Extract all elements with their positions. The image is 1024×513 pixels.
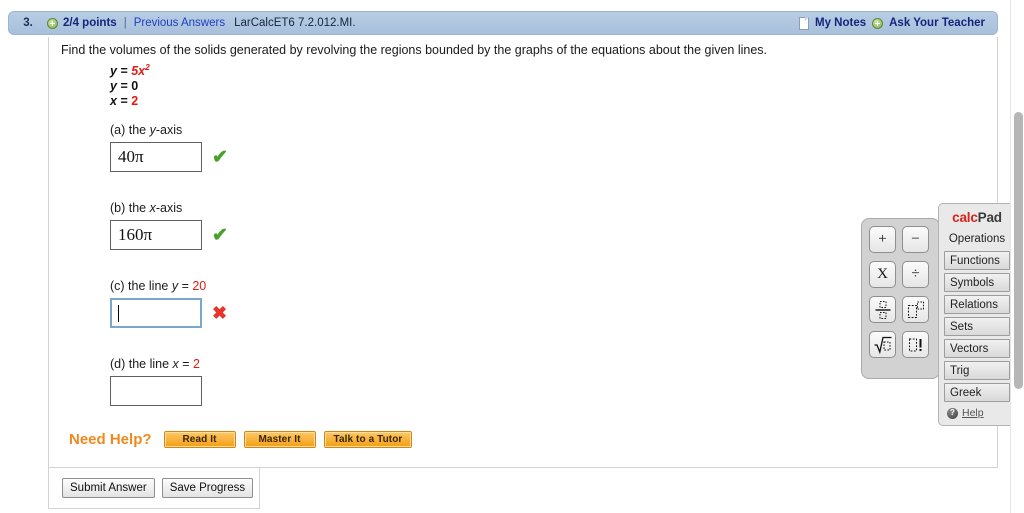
question-header-bar: 3. 2/4 points | Previous Answers LarCalc… [8,11,998,35]
part-b-answer-row: 160π ✔ [110,220,228,250]
square-root-icon [874,336,891,354]
equation-1-rhs: 5x2 [131,61,150,78]
question-number: 3. [23,17,33,29]
save-progress-button[interactable]: Save Progress [161,478,254,498]
calcpad-tab-vectors[interactable]: Vectors [944,339,1010,358]
equation-3-rhs: 2 [131,94,139,108]
part-b-label: (b) the x-axis [110,201,228,215]
part-a: (a) the y-axis 40π ✔ [110,123,228,172]
calcpad-tab-operations[interactable]: Operations [944,231,1010,247]
question-circle-icon: ? [947,407,958,419]
equation-3-lhs: x [110,94,117,108]
minus-key[interactable]: − [902,226,929,253]
exponent-key[interactable] [902,296,929,323]
part-d: (d) the line x = 2 [110,357,202,406]
submit-panel: Submit Answer Save Progress [48,468,260,509]
part-a-suffix: -axis [155,123,183,137]
calcpad-tab-relations[interactable]: Relations [944,295,1010,314]
plus-circle-icon-ask[interactable] [872,17,884,29]
answer-input-d[interactable] [110,376,202,406]
calcpad-tab-sets[interactable]: Sets [944,317,1010,336]
answer-a-value: 40π [118,147,144,166]
equation-2-lhs: y [110,79,117,93]
factorial-key[interactable] [902,331,929,358]
question-prompt: Find the volumes of the solids generated… [61,43,768,57]
calcpad-title-calc: calc [952,210,978,225]
equation-1-op: = [120,64,128,78]
read-it-button[interactable]: Read It [163,431,236,448]
my-notes-link[interactable]: My Notes [815,17,866,29]
part-b-suffix: -axis [155,201,183,215]
part-a-prefix: (a) the [110,123,150,137]
multiply-key[interactable]: X [869,261,896,288]
part-d-answer-row [110,376,202,406]
calcpad-help-label[interactable]: Help [962,407,984,419]
calcpad-title-pad: Pad [977,210,1002,225]
submit-answer-button[interactable]: Submit Answer [62,478,155,498]
equation-row-2: y = 0 [110,79,150,94]
calcpad-title: calcPad [944,210,1010,225]
part-c-prefix: (c) the line [110,279,172,293]
answer-b-value: 160π [118,225,153,244]
part-b-prefix: (b) the [110,201,150,215]
exponent-icon [907,301,924,318]
calcpad-tab-greek[interactable]: Greek [944,383,1010,402]
header-actions: My Notes Ask Your Teacher [799,16,985,30]
need-help-label: Need Help? [69,431,152,448]
equation-1-exponent: 2 [145,61,150,72]
equation-1-lhs: y [110,64,117,78]
answer-input-a[interactable]: 40π [110,142,202,172]
fraction-key[interactable] [869,296,896,323]
header-separator: | [123,17,127,29]
part-c-label: (c) the line y = 20 [110,279,227,293]
page-scrollbar[interactable] [1010,0,1024,513]
calcpad-help-row[interactable]: ? Help [944,407,1010,419]
answer-input-c[interactable] [110,298,202,328]
part-c-value: 20 [192,279,207,293]
equation-list: y = 5x2 y = 0 x = 2 [110,61,150,109]
calcpad-tab-functions[interactable]: Functions [944,251,1010,270]
previous-answers-link[interactable]: Previous Answers [134,17,225,29]
calcpad-panel: calcPad Operations Functions Symbols Rel… [938,203,1014,426]
part-d-value: 2 [193,357,200,371]
part-d-suffix: = [178,357,194,371]
calcpad-tab-symbols[interactable]: Symbols [944,273,1010,292]
plus-circle-icon[interactable] [47,17,58,29]
part-b: (b) the x-axis 160π ✔ [110,201,228,250]
incorrect-x-icon-c: ✖ [212,303,228,323]
textbook-tag: LarCalcET6 7.2.012.MI. [234,17,356,29]
part-a-label: (a) the y-axis [110,123,228,137]
equation-2-rhs: 0 [131,79,139,93]
part-c-answer-row: ✖ [110,298,227,328]
divide-key[interactable]: ÷ [902,261,929,288]
question-content-panel: Find the volumes of the solids generated… [48,37,998,468]
answer-input-b[interactable]: 160π [110,220,202,250]
part-c-suffix: = [178,279,193,293]
points-label: 2/4 points [63,17,117,29]
calcpad-tab-trig[interactable]: Trig [944,361,1010,380]
correct-check-icon-a: ✔ [212,146,228,168]
calcpad-operations-keypad: + − X ÷ [861,218,940,379]
equation-row-1: y = 5x2 [110,61,150,79]
fraction-icon [875,300,890,319]
equation-row-3: x = 2 [110,94,150,109]
plus-key[interactable]: + [869,226,896,253]
ask-your-teacher-link[interactable]: Ask Your Teacher [889,17,985,29]
factorial-icon [908,338,921,351]
left-gutter [0,37,48,468]
equation-2-op: = [120,79,128,93]
equation-3-op: = [120,94,128,108]
square-root-key[interactable] [869,331,896,358]
note-page-icon[interactable] [799,16,809,30]
talk-to-a-tutor-button[interactable]: Talk to a Tutor [323,431,413,448]
text-caret [118,304,119,322]
master-it-button[interactable]: Master It [243,431,316,448]
part-d-prefix: (d) the line [110,357,173,371]
part-a-answer-row: 40π ✔ [110,142,228,172]
need-help-row: Need Help? Read It Master It Talk to a T… [69,431,420,448]
part-d-label: (d) the line x = 2 [110,357,202,371]
scrollbar-thumb[interactable] [1014,112,1023,389]
part-c: (c) the line y = 20 ✖ [110,279,227,328]
correct-check-icon-b: ✔ [212,224,228,246]
